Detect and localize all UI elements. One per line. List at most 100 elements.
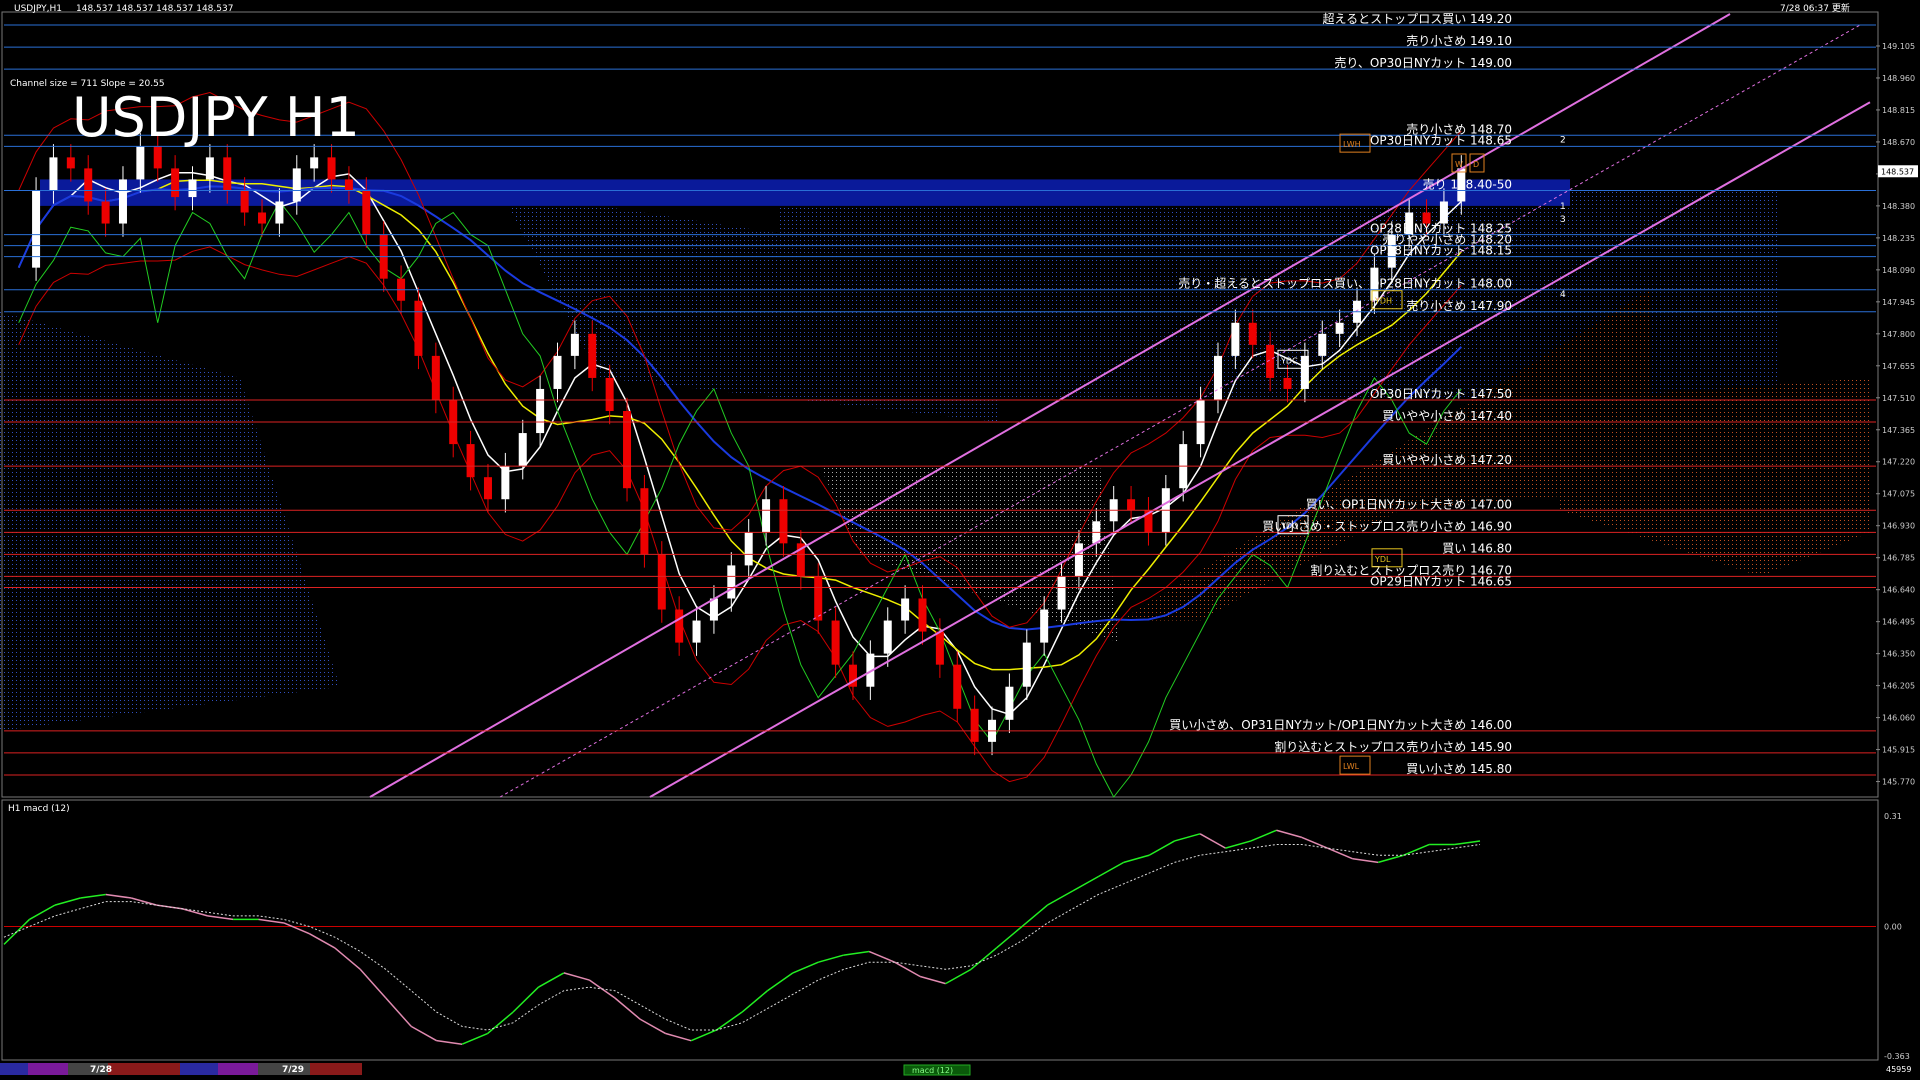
marker-label: LWH: [1343, 140, 1361, 149]
candle-body: [414, 300, 423, 356]
price-tick-label: 146.205: [1882, 682, 1915, 691]
marker-label: YDO: [1280, 522, 1298, 531]
candle-body: [536, 388, 545, 434]
timeline-label-1: 7/29: [282, 1065, 304, 1075]
price-tick-label: 148.960: [1882, 74, 1915, 83]
price-tick-label: 147.800: [1882, 330, 1915, 339]
price-tick-label: 147.365: [1882, 426, 1915, 435]
candle-body: [570, 333, 579, 356]
level-label: 買い小さめ・ストップロス売り小さめ 146.90: [1262, 518, 1512, 533]
candle-body: [588, 333, 597, 378]
marker-label: LWL: [1343, 762, 1360, 771]
candle-body: [883, 620, 892, 654]
candle-body: [1231, 322, 1240, 356]
footer-count: 45959: [1886, 1065, 1911, 1074]
level-label: 買いやや小さめ 147.20: [1382, 453, 1512, 467]
candle-body: [501, 466, 510, 500]
chart-canvas: 超えるとストップロス買い 149.20 売り小さめ 149.10 売り、OP30日N…: [0, 0, 1920, 1080]
candle-body: [1022, 642, 1031, 687]
candle-body: [223, 157, 232, 191]
candle-body: [727, 565, 736, 599]
macd-tick-label: -0.363: [1884, 1052, 1910, 1061]
candle-body: [623, 411, 632, 489]
price-tick-label: 147.945: [1882, 298, 1915, 307]
price-tick-label: 148.815: [1882, 106, 1915, 115]
candle-body: [831, 620, 840, 665]
candle-body: [292, 168, 301, 202]
candle-body: [188, 179, 197, 198]
macd-tick-label: 0.31: [1884, 812, 1902, 821]
candle-body: [1057, 576, 1066, 610]
candle-body: [814, 576, 823, 621]
channel-number: 2: [1560, 136, 1566, 146]
candle-body: [310, 157, 319, 169]
candle-body: [66, 157, 75, 169]
level-label: 超えるとストップロス買い 149.20: [1323, 11, 1512, 26]
level-label: 買い小さめ 145.80: [1406, 762, 1512, 776]
candle-body: [1040, 609, 1049, 643]
candle-body: [275, 201, 284, 224]
candle-body: [553, 355, 562, 389]
marker-label: D: [1473, 160, 1479, 169]
candle-body: [362, 190, 371, 235]
price-tick-label: 148.670: [1882, 138, 1915, 147]
level-label: OP30日NYカット 147.50: [1370, 387, 1512, 401]
candle-body: [205, 157, 214, 180]
window-title: USDJPY,H1: [14, 4, 62, 14]
candle-body: [240, 190, 249, 213]
level-label: OP30日NYカット 148.65: [1370, 133, 1512, 147]
price-tick-label: 148.380: [1882, 202, 1915, 211]
candle-body: [344, 179, 353, 191]
candle-body: [1005, 686, 1014, 720]
level-label: OP29日NYカット 146.65: [1370, 574, 1512, 588]
candle-body: [675, 609, 684, 643]
candle-body: [692, 620, 701, 643]
level-label: OP28日NYカット 148.15: [1370, 244, 1512, 258]
level-label: 割り込むとストップロス売り小さめ 145.90: [1274, 739, 1512, 754]
level-label: 売り小さめ 149.10: [1406, 33, 1512, 48]
price-tick-label: 145.770: [1882, 778, 1915, 787]
candle-body: [709, 598, 718, 621]
candle-body: [1213, 355, 1222, 400]
level-label: 買い小さめ、OP31日NYカット/OP1日NYカット大きめ 146.00: [1169, 718, 1512, 732]
price-tick-label: 146.495: [1882, 618, 1915, 627]
price-tick-label: 146.060: [1882, 714, 1915, 723]
marker-label: YDL: [1374, 555, 1391, 564]
candle-body: [901, 598, 910, 621]
channel-number: 3: [1560, 215, 1566, 225]
channel-number: 1: [1560, 202, 1566, 212]
candle-body: [918, 598, 927, 632]
candle-body: [327, 157, 336, 180]
candle-body: [258, 212, 267, 224]
macd-footer-label: macd (12): [912, 1066, 953, 1075]
level-label: 買い、OP1日NYカット大きめ 147.00: [1306, 497, 1512, 511]
candle-body: [1439, 201, 1448, 224]
macd-tick-label: 0.00: [1884, 923, 1902, 932]
candle-body: [1335, 322, 1344, 334]
marker-label: YDC: [1280, 356, 1298, 365]
updated-time: 7/28 06:37 更新: [1780, 2, 1850, 14]
level-label: 売り、OP30日NYカット 149.00: [1334, 55, 1512, 70]
candle-body: [970, 708, 979, 742]
candle-body: [466, 444, 475, 478]
candle-body: [605, 377, 614, 412]
candle-body: [762, 499, 771, 533]
candle-body: [953, 664, 962, 709]
candle-body: [1248, 322, 1257, 345]
candle-body: [101, 201, 110, 224]
level-label: 売り小さめ 147.90: [1406, 298, 1512, 313]
marker-label: YDH: [1374, 297, 1392, 306]
channel-number: 4: [1560, 290, 1566, 300]
price-tick-label: 146.350: [1882, 650, 1915, 659]
candle-body: [84, 168, 93, 202]
price-tick-label: 145.915: [1882, 746, 1915, 755]
candle-body: [171, 168, 180, 198]
price-tick-label: 147.220: [1882, 458, 1915, 467]
candle-body: [483, 477, 492, 500]
candle-body: [49, 157, 58, 191]
price-tick-label: 147.075: [1882, 490, 1915, 499]
candle-body: [1127, 499, 1136, 511]
candle-body: [657, 554, 666, 610]
level-label: 売り・超えるとストップロス買い、OP28日NYカット 148.00: [1178, 276, 1512, 291]
candle-body: [1283, 377, 1292, 389]
